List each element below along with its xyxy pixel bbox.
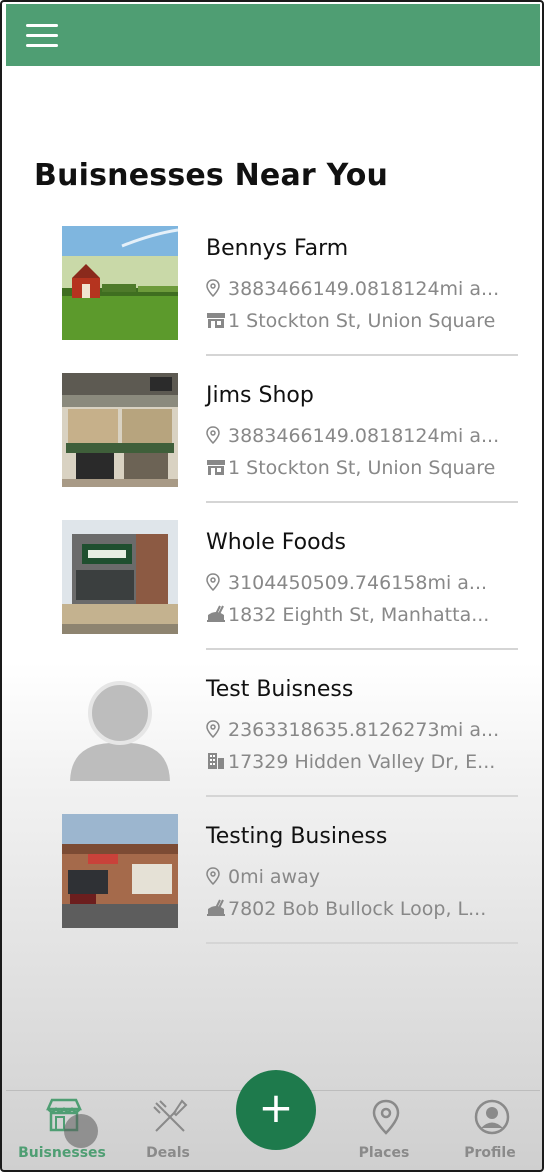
- list-item[interactable]: Test Buisness 2363318635.8126273mi a... …: [2, 665, 542, 805]
- business-name: Bennys Farm: [206, 236, 349, 261]
- app-screen: Buisnesses Near You Bennys Farm 38834661…: [0, 0, 544, 1172]
- business-distance: 3104450509.746158mi a...: [206, 572, 506, 596]
- nav-tab-places[interactable]: Places: [334, 1091, 434, 1169]
- business-name: Testing Business: [206, 824, 388, 849]
- business-name: Jims Shop: [206, 383, 314, 408]
- row-divider: [206, 795, 518, 797]
- business-photo: [62, 814, 178, 928]
- map-pin-icon: [206, 867, 228, 890]
- restaurant-icon: [206, 899, 228, 922]
- business-distance: 3883466149.0818124mi a...: [206, 278, 506, 302]
- business-address: 1 Stockton St, Union Square: [206, 310, 506, 334]
- business-address: 1832 Eighth St, Manhatta...: [206, 604, 506, 628]
- touch-ripple: [64, 1114, 98, 1148]
- page-title: Buisnesses Near You: [34, 158, 389, 193]
- list-item[interactable]: Whole Foods 3104450509.746158mi a... 183…: [2, 518, 542, 658]
- nav-label: Buisnesses: [18, 1145, 106, 1161]
- nav-label: Places: [358, 1145, 410, 1161]
- business-distance: 2363318635.8126273mi a...: [206, 719, 506, 743]
- business-address: 17329 Hidden Valley Dr, E...: [206, 751, 506, 775]
- list-item[interactable]: Testing Business 0mi away 7802 Bob Bullo…: [2, 812, 542, 952]
- store-icon: [206, 458, 228, 481]
- list-item[interactable]: Jims Shop 3883466149.0818124mi a... 1 St…: [2, 371, 542, 511]
- row-divider: [206, 501, 518, 503]
- user-circle-icon: [474, 1099, 510, 1135]
- map-pin-icon: [206, 573, 228, 596]
- row-divider: [206, 354, 518, 356]
- business-address: 7802 Bob Bullock Loop, L...: [206, 898, 506, 922]
- business-address: 1 Stockton St, Union Square: [206, 457, 506, 481]
- top-app-bar: [6, 4, 540, 66]
- default-avatar: [62, 667, 178, 781]
- row-divider: [206, 942, 518, 944]
- business-distance: 3883466149.0818124mi a...: [206, 425, 506, 449]
- list-item[interactable]: Bennys Farm 3883466149.0818124mi a... 1 …: [2, 224, 542, 364]
- map-pin-icon: [206, 426, 228, 449]
- nav-label: Deals: [146, 1145, 190, 1161]
- nav-tab-deals[interactable]: Deals: [118, 1091, 218, 1169]
- map-pin-icon: [206, 720, 228, 743]
- map-pin-icon: [372, 1099, 400, 1135]
- nav-tab-profile[interactable]: Profile: [440, 1091, 540, 1169]
- utensils-icon: [153, 1099, 188, 1132]
- store-icon: [206, 311, 228, 334]
- business-photo: [62, 226, 178, 340]
- restaurant-icon: [206, 605, 228, 628]
- plus-icon: +: [258, 1083, 294, 1132]
- row-divider: [206, 648, 518, 650]
- business-name: Test Buisness: [206, 677, 354, 702]
- business-distance: 0mi away: [206, 866, 506, 890]
- map-pin-icon: [206, 279, 228, 302]
- building-icon: [206, 752, 228, 775]
- business-name: Whole Foods: [206, 530, 347, 555]
- business-photo: [62, 373, 178, 487]
- hamburger-menu-icon[interactable]: [26, 24, 60, 48]
- business-photo: [62, 520, 178, 634]
- nav-label: Profile: [464, 1145, 516, 1161]
- add-button[interactable]: +: [236, 1070, 316, 1150]
